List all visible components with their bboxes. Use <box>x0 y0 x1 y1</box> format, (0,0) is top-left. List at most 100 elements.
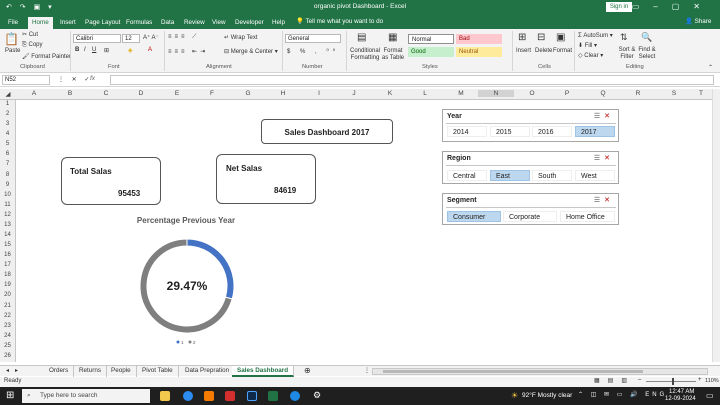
column-header[interactable]: O <box>514 90 550 97</box>
add-sheet-icon[interactable]: ⊕ <box>304 366 311 375</box>
column-header[interactable]: J <box>336 90 372 97</box>
font-grow-shrink-icons[interactable]: A⁺ A⁻ <box>143 34 159 41</box>
slicer-item-central[interactable]: Central <box>447 170 487 181</box>
row-header[interactable]: 13 <box>0 222 15 228</box>
tab-developer[interactable]: Developer <box>231 17 268 29</box>
zoom-out-icon[interactable]: – <box>638 377 641 383</box>
collapse-ribbon-icon[interactable]: ⌃ <box>708 64 713 71</box>
fill-button[interactable]: ⬇ Fill ▾ <box>578 42 597 49</box>
fill-color-icon[interactable]: ◈ <box>128 47 133 54</box>
notification-icon[interactable]: ▭ <box>706 391 714 400</box>
slicer-item-2016[interactable]: 2016 <box>532 126 572 137</box>
formula-input[interactable] <box>110 75 714 85</box>
format-as-table-button[interactable]: Format as Table <box>380 48 406 62</box>
sign-in-button[interactable]: Sign in <box>606 2 632 12</box>
doughnut-chart[interactable]: Percentage Previous Year 29.47% 12 <box>116 213 266 353</box>
chrome-icon[interactable] <box>183 391 193 401</box>
row-header[interactable]: 1 <box>0 101 15 107</box>
bold-button[interactable]: B <box>75 47 79 53</box>
column-header[interactable]: D <box>123 90 159 97</box>
conditional-formatting-icon[interactable]: ▤ <box>357 32 366 43</box>
column-header[interactable]: Q <box>585 90 621 97</box>
row-header[interactable]: 22 <box>0 313 15 319</box>
find-select-button[interactable]: Find & Select <box>637 47 657 61</box>
borders-icon[interactable]: ⊞ <box>104 47 109 54</box>
delete-cells-button[interactable]: Delete <box>535 48 552 54</box>
row-header[interactable]: 19 <box>0 282 15 288</box>
slicer-item-2015[interactable]: 2015 <box>490 126 530 137</box>
find-select-icon[interactable]: 🔍 <box>641 32 652 43</box>
slicer-item-2017[interactable]: 2017 <box>575 126 615 137</box>
horizontal-align-icons[interactable]: ≡≡≡ ⇤⇥ <box>168 48 208 55</box>
clock-time[interactable]: 12:47 AM <box>669 389 694 395</box>
fx-icon[interactable]: fx <box>90 75 95 82</box>
row-header[interactable]: 23 <box>0 323 15 329</box>
column-header[interactable]: R <box>620 90 656 97</box>
zoom-slider[interactable] <box>646 378 696 385</box>
tab-data[interactable]: Data <box>157 17 178 29</box>
column-header-selected[interactable]: N <box>478 90 514 97</box>
share-button[interactable]: 👤 Share <box>685 17 711 25</box>
row-header[interactable]: 4 <box>0 131 15 137</box>
paste-button[interactable]: Paste <box>5 48 20 54</box>
excel-taskbar-icon[interactable] <box>268 391 278 401</box>
format-painter-button[interactable]: 🖌 Format Painter <box>22 53 71 60</box>
column-header[interactable]: E <box>159 90 195 97</box>
format-as-table-icon[interactable]: ▦ <box>388 32 397 43</box>
edge-icon[interactable] <box>290 391 300 401</box>
row-header[interactable]: 7 <box>0 161 15 167</box>
window-controls[interactable]: ▭–▢✕ <box>632 2 714 11</box>
column-header[interactable]: M <box>443 90 479 97</box>
windows-start-icon[interactable]: ⊞ <box>6 390 14 401</box>
zoom-in-icon[interactable]: + <box>698 377 702 383</box>
photoshop-icon[interactable] <box>247 391 257 401</box>
tab-review[interactable]: Review <box>180 17 209 29</box>
column-header[interactable]: G <box>230 90 266 97</box>
column-header[interactable]: P <box>549 90 585 97</box>
row-header[interactable]: 14 <box>0 232 15 238</box>
row-header[interactable]: 3 <box>0 121 15 127</box>
column-header[interactable]: F <box>194 90 230 97</box>
view-mode-icons[interactable]: ▦▤▥ <box>594 377 635 384</box>
slicer-item-west[interactable]: West <box>575 170 615 181</box>
vertical-align-icons[interactable]: ≡≡≡ ⟋ <box>168 34 199 41</box>
row-header[interactable]: 10 <box>0 192 15 198</box>
insert-cells-icon[interactable]: ⊞ <box>518 32 526 43</box>
slicer-header-icons[interactable]: ☰✕ <box>594 112 614 120</box>
sheet-tab-pivot-table[interactable]: Pivot Table <box>137 366 179 377</box>
column-header[interactable]: B <box>52 90 88 97</box>
select-all-corner[interactable]: ◢ <box>0 90 16 98</box>
column-header[interactable]: C <box>88 90 124 97</box>
column-header[interactable]: A <box>16 90 52 97</box>
tab-split-icon[interactable]: ⋮ <box>364 367 370 374</box>
style-good[interactable]: Good <box>408 47 454 57</box>
paste-icon[interactable]: 📋 <box>4 32 19 46</box>
wrap-text-button[interactable]: ↵ Wrap Text <box>224 34 258 41</box>
row-header[interactable]: 5 <box>0 141 15 147</box>
zoom-level[interactable]: 110% <box>705 378 719 384</box>
column-header[interactable]: L <box>407 90 443 97</box>
slicer-item-2014[interactable]: 2014 <box>447 126 487 137</box>
tell-me-search[interactable]: 💡 Tell me what you want to do <box>296 17 383 25</box>
tab-page-layout[interactable]: Page Layout <box>81 17 124 29</box>
font-name-select[interactable]: Calibri <box>73 34 121 43</box>
name-box[interactable]: N52 <box>2 75 50 85</box>
row-header[interactable]: 24 <box>0 333 15 339</box>
merge-center-button[interactable]: ⊟ Merge & Center ▾ <box>224 48 278 55</box>
column-header[interactable]: K <box>372 90 408 97</box>
sheet-tab-sales-dashboard[interactable]: Sales Dashboard <box>232 366 295 377</box>
row-header[interactable]: 25 <box>0 343 15 349</box>
clock-date[interactable]: 12-09-2024 <box>665 396 696 402</box>
sort-filter-icon[interactable]: ⇅ <box>620 32 628 43</box>
weather-text[interactable]: 92°F Mostly clear <box>522 392 572 399</box>
row-header[interactable]: 15 <box>0 242 15 248</box>
underline-button[interactable]: U <box>92 47 96 53</box>
style-bad[interactable]: Bad <box>456 34 502 44</box>
tab-help[interactable]: Help <box>268 17 289 29</box>
autosum-button[interactable]: Σ AutoSum ▾ <box>578 32 613 39</box>
insert-cells-button[interactable]: Insert <box>516 48 531 54</box>
sheet-tab-data-prepration[interactable]: Data Prepration <box>180 366 236 377</box>
row-header[interactable]: 12 <box>0 212 15 218</box>
slicer-header-icons[interactable]: ☰✕ <box>594 154 614 162</box>
row-header[interactable]: 16 <box>0 252 15 258</box>
